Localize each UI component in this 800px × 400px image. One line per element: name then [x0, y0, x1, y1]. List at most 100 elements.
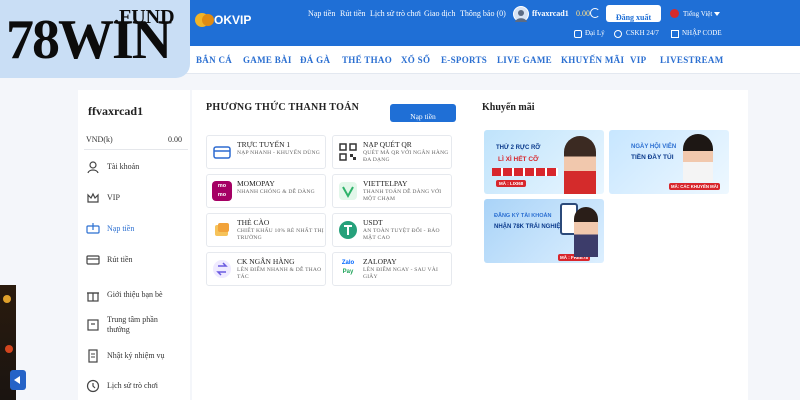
nav-vip[interactable]: VIP	[630, 55, 646, 65]
account-sidebar: ffvaxrcad1 VND(k) 0.00 Tài khoản VIP Nạp…	[78, 90, 190, 400]
sidebar-item-task-log[interactable]: Nhật ký nhiệm vụ	[78, 344, 190, 370]
promo-banner-register[interactable]: ĐĂNG KÝ TÀI KHOẢN NHẬN 78K TRẢI NGHIỆM M…	[484, 199, 604, 263]
nav-fishing[interactable]: BẮN CÁ	[196, 55, 232, 65]
chevron-left-icon	[14, 376, 20, 384]
payment-desc: LÊN ĐIỂM NGAY - SAU VÀI GIÂY	[363, 267, 439, 280]
logout-button[interactable]: Đăng xuất	[606, 5, 661, 22]
okvip-logo: OKVIP	[194, 10, 254, 30]
reward-icon	[87, 319, 99, 331]
payment-method-bank-transfer[interactable]: CK NGÂN HÀNG LÊN ĐIỂM NHANH & DỄ THAO TÁ…	[206, 252, 326, 286]
promo-model-image	[564, 136, 596, 194]
payment-desc: NẠP NHANH - KHUYẾN DÙNG	[237, 150, 321, 156]
sidebar-currency: VND(k)	[86, 135, 113, 144]
top-balance: 0.00	[576, 9, 590, 18]
history-icon	[86, 379, 100, 393]
payment-desc: CHIẾT KHẤU 10% RẺ NHẤT THỊ TRƯỜNG	[237, 228, 324, 241]
logout-label: Đăng xuất	[615, 13, 652, 22]
payment-section-title: PHƯƠNG THỨC THANH TOÁN	[206, 102, 360, 113]
nav-live-game[interactable]: LIVE GAME	[497, 55, 552, 65]
vietnam-flag-icon	[670, 9, 679, 18]
promo-headline: THỨ 2 RỰC RỠ	[496, 145, 541, 151]
gift-icon	[87, 292, 99, 302]
sidebar-item-label: Giới thiệu bạn bè	[107, 290, 163, 299]
link-agent[interactable]: Đại Lý	[585, 29, 605, 37]
payment-desc: THANH TOÁN DỄ DÀNG VỚI MỘT CHẠM	[363, 189, 442, 202]
sidebar-item-deposit[interactable]: Nạp tiền	[78, 217, 190, 243]
withdraw-icon	[86, 255, 100, 265]
language-selector[interactable]: Tiếng Việt	[683, 10, 712, 18]
support-icon	[614, 30, 622, 38]
partner-brand: OKVIP	[214, 13, 252, 27]
sidebar-item-withdraw[interactable]: Rút tiền	[78, 248, 190, 274]
promo-banner-monday[interactable]: THỨ 2 RỰC RỠ LÌ XÌ HẾT CỠ MÃ : LIXI68	[484, 130, 604, 194]
top-link-game-history[interactable]: Lịch sử trò chơi	[370, 9, 421, 18]
payment-method-viettelpay[interactable]: VIETTELPAY THANH TOÁN DỄ DÀNG VỚI MỘT CH…	[332, 174, 452, 208]
sidebar-item-rewards[interactable]: Trung tâm phần thưởng	[78, 312, 190, 344]
top-link-withdraw[interactable]: Rút tiền	[340, 9, 366, 18]
payment-method-zalopay[interactable]: Zalo Pay ZALOPAY LÊN ĐIỂM NGAY - SAU VÀI …	[332, 252, 452, 286]
deposit-button[interactable]: Nạp tiền	[390, 104, 456, 122]
sidebar-item-account[interactable]: Tài khoản	[78, 155, 190, 181]
site-logo[interactable]: 78WIN .FUND	[0, 0, 190, 78]
promo-code: MÃ: CÁC KHUYẾN MÃI	[669, 183, 721, 190]
chevron-down-icon[interactable]	[714, 12, 720, 16]
nav-card-games[interactable]: GAME BÀI	[243, 55, 292, 65]
sidebar-item-game-history[interactable]: Lịch sử trò chơi	[78, 374, 190, 400]
user-icon	[87, 161, 99, 174]
nav-livestream[interactable]: LIVESTREAM	[660, 55, 724, 65]
promotions-title: Khuyến mãi	[482, 102, 535, 113]
payment-method-scratch-card[interactable]: THẺ CÀO CHIẾT KHẤU 10% RẺ NHẤT THỊ TRƯỜN…	[206, 213, 326, 247]
sidebar-item-referral[interactable]: Giới thiệu bạn bè	[78, 283, 190, 309]
bank-transfer-icon	[213, 260, 231, 278]
nav-sports[interactable]: THỂ THAO	[342, 55, 392, 65]
promo-headline: ĐĂNG KÝ TÀI KHOẢN	[494, 213, 552, 219]
payment-method-momo[interactable]: mo mo MOMOPAY NHANH CHÓNG & DỄ DÀNG	[206, 174, 326, 208]
nav-lottery[interactable]: XỔ SỐ	[401, 55, 430, 65]
deposit-icon	[86, 223, 100, 234]
sidebar-item-label: Nạp tiền	[107, 224, 135, 233]
task-icon	[88, 349, 98, 363]
sidebar-item-label: Tài khoản	[107, 162, 140, 171]
user-avatar[interactable]	[513, 6, 529, 22]
okvip-emblem-icon	[195, 13, 214, 27]
promo-subline: LÌ XÌ HẾT CỠ	[498, 156, 539, 163]
sidebar-username: ffvaxrcad1	[88, 104, 144, 118]
payment-desc: LÊN ĐIỂM NHANH & DỄ THAO TÁC	[237, 267, 322, 280]
payment-title: VIETTELPAY	[363, 179, 408, 188]
top-link-notifications[interactable]: Thông báo (0)	[460, 9, 506, 18]
promo-subline: NHẬN 78K TRẢI NGHIỆM	[494, 224, 566, 230]
payment-method-online1[interactable]: TRỰC TUYẾN 1 NẠP NHANH - KHUYẾN DÙNG	[206, 135, 326, 169]
avatar-icon	[515, 10, 527, 22]
promo-banner-member-day[interactable]: NGÀY HỘI VIÊN TIỀN ĐẦY TÚI MÃ: CÁC KHUYẾ…	[609, 130, 729, 194]
card-icon	[213, 146, 231, 159]
payment-method-qr[interactable]: NẠP QUÉT QR QUÉT MÃ QR VỚI NGÂN HÀNG ĐA …	[332, 135, 452, 169]
payment-title: THẺ CÀO	[237, 218, 270, 227]
zalopay-icon: Zalo Pay	[338, 259, 358, 279]
promo-headline: NGÀY HỘI VIÊN	[631, 144, 677, 150]
link-support[interactable]: CSKH 24/7	[626, 29, 659, 37]
sidebar-item-label: Lịch sử trò chơi	[107, 381, 158, 390]
content-panel: PHƯƠNG THỨC THANH TOÁN Nạp tiền TRỰC TUY…	[192, 90, 748, 400]
sidebar-balance: 0.00	[168, 135, 182, 144]
top-link-deposit[interactable]: Nạp tiền	[308, 9, 335, 18]
link-enter-code[interactable]: NHẬP CODE	[682, 29, 722, 37]
sidebar-item-vip[interactable]: VIP	[78, 186, 190, 212]
payment-desc: AN TOÀN TUYỆT ĐỐI - BẢO MẬT CAO	[363, 228, 440, 241]
payment-method-usdt[interactable]: USDT AN TOÀN TUYỆT ĐỐI - BẢO MẬT CAO	[332, 213, 452, 247]
refresh-icon[interactable]	[590, 8, 600, 18]
top-link-transactions[interactable]: Giao dịch	[424, 9, 455, 18]
nav-cockfighting[interactable]: ĐÁ GÀ	[300, 55, 330, 65]
payment-title: TRỰC TUYẾN 1	[237, 140, 291, 149]
sidebar-item-label: Trung tâm phần thưởng	[107, 315, 158, 334]
payment-desc: NHANH CHÓNG & DỄ DÀNG	[237, 189, 315, 195]
scratch-card-icon	[215, 223, 229, 236]
sidebar-item-label: Nhật ký nhiệm vụ	[107, 351, 165, 360]
momo-icon: mo mo	[212, 181, 232, 201]
collapse-arrow-button[interactable]	[10, 370, 26, 390]
nav-promotions[interactable]: KHUYẾN MÃI	[561, 55, 624, 65]
payment-title: USDT	[363, 218, 383, 227]
top-username: ffvaxrcad1	[532, 9, 569, 18]
promo-model-image	[574, 207, 598, 257]
crown-icon	[87, 192, 99, 203]
nav-esports[interactable]: E-SPORTS	[441, 55, 487, 65]
